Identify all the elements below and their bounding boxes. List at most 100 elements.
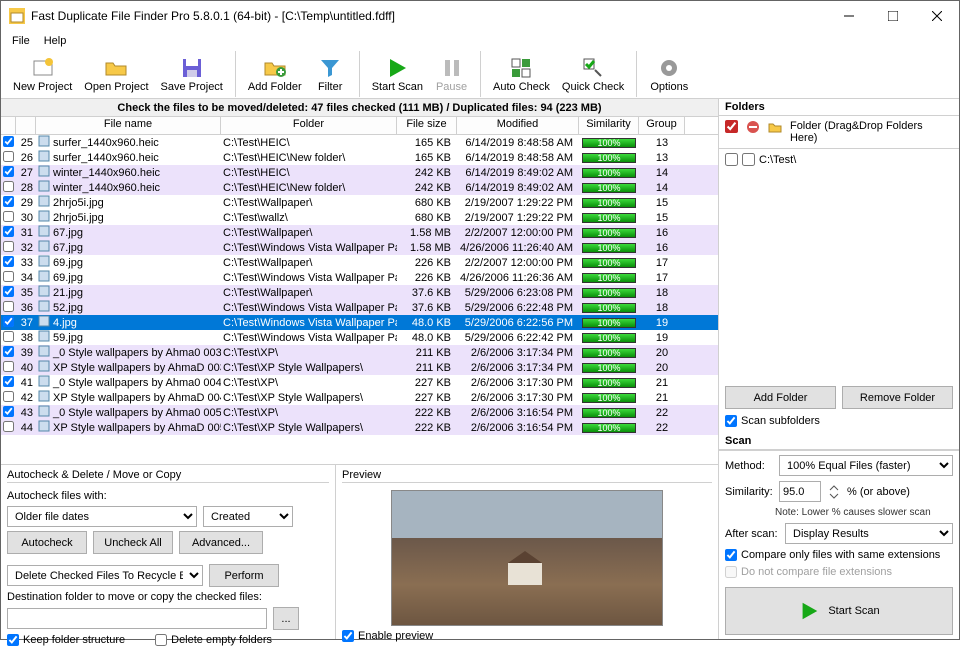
table-row[interactable]: 42XP Style wallpapers by AhmaD 004.jpgC:… xyxy=(1,390,718,405)
menu-file[interactable]: File xyxy=(5,34,37,48)
table-row[interactable]: 302hrjo5i.jpgC:\Test\wallz\680 KB2/19/20… xyxy=(1,210,718,225)
delete-empty-checkbox[interactable]: Delete empty folders xyxy=(155,634,272,646)
similarity-input[interactable] xyxy=(779,481,821,502)
minimize-button[interactable] xyxy=(827,1,871,31)
col-name[interactable]: File name xyxy=(36,117,221,134)
auto-check-button[interactable]: Auto Check xyxy=(487,51,556,97)
after-scan-select[interactable]: Display Results xyxy=(785,523,953,544)
row-checkbox[interactable] xyxy=(1,331,16,345)
start-scan-button[interactable]: Start Scan xyxy=(366,51,429,97)
new-project-button[interactable]: New Project xyxy=(7,51,78,97)
row-checkbox[interactable] xyxy=(1,256,16,270)
date-type-select[interactable]: Created xyxy=(203,506,293,527)
file-size: 226 KB xyxy=(397,257,457,269)
table-row[interactable]: 292hrjo5i.jpgC:\Test\Wallpaper\680 KB2/1… xyxy=(1,195,718,210)
advanced-button[interactable]: Advanced... xyxy=(179,531,263,554)
remove-folder-button[interactable]: Remove Folder xyxy=(842,386,953,409)
folder-active-header[interactable] xyxy=(725,120,738,133)
row-checkbox[interactable] xyxy=(1,316,16,330)
row-checkbox[interactable] xyxy=(1,406,16,420)
file-name: surfer_1440x960.heic xyxy=(51,137,221,149)
dest-folder-input[interactable] xyxy=(7,608,267,629)
menu-help[interactable]: Help xyxy=(37,34,74,48)
row-checkbox[interactable] xyxy=(1,301,16,315)
quick-check-button[interactable]: Quick Check xyxy=(556,51,637,97)
options-button[interactable]: Options xyxy=(643,51,695,97)
table-row[interactable]: 374.jpgC:\Test\Windows Vista Wallpaper P… xyxy=(1,315,718,330)
row-checkbox[interactable] xyxy=(1,271,16,285)
row-checkbox[interactable] xyxy=(1,286,16,300)
col-folder[interactable]: Folder xyxy=(221,117,397,134)
col-modified[interactable]: Modified xyxy=(457,117,579,134)
action-select[interactable]: Delete Checked Files To Recycle Bin xyxy=(7,565,203,586)
folders-list[interactable]: C:\Test\ xyxy=(719,149,959,382)
col-similarity[interactable]: Similarity xyxy=(579,117,639,134)
table-row[interactable]: 25surfer_1440x960.heicC:\Test\HEIC\165 K… xyxy=(1,135,718,150)
row-checkbox[interactable] xyxy=(1,196,16,210)
folder-active-checkbox[interactable] xyxy=(725,153,738,166)
check-with-select[interactable]: Older file dates xyxy=(7,506,197,527)
table-row[interactable]: 3469.jpgC:\Test\Windows Vista Wallpaper … xyxy=(1,270,718,285)
table-row[interactable]: 3267.jpgC:\Test\Windows Vista Wallpaper … xyxy=(1,240,718,255)
autocheck-button[interactable]: Autocheck xyxy=(7,531,87,554)
compare-extensions-checkbox[interactable]: Compare only files with same extensions xyxy=(725,549,953,561)
add-folder-button-side[interactable]: Add Folder xyxy=(725,386,836,409)
file-group: 17 xyxy=(639,272,685,284)
row-checkbox[interactable] xyxy=(1,151,16,165)
table-row[interactable]: 26surfer_1440x960.heicC:\Test\HEIC\New f… xyxy=(1,150,718,165)
uncheck-all-button[interactable]: Uncheck All xyxy=(93,531,173,554)
row-checkbox[interactable] xyxy=(1,136,16,150)
table-row[interactable]: 3521.jpgC:\Test\Wallpaper\37.6 KB5/29/20… xyxy=(1,285,718,300)
method-select[interactable]: 100% Equal Files (faster) xyxy=(779,455,953,476)
row-checkbox[interactable] xyxy=(1,166,16,180)
row-checkbox[interactable] xyxy=(1,346,16,360)
row-number: 37 xyxy=(16,317,36,329)
col-check[interactable] xyxy=(1,117,16,134)
file-modified: 2/6/2006 3:17:30 PM xyxy=(457,377,579,389)
table-row[interactable]: 43_0 Style wallpapers by Ahma0 005.jpgC:… xyxy=(1,405,718,420)
row-number: 36 xyxy=(16,302,36,314)
pause-button[interactable]: Pause xyxy=(429,51,481,97)
file-name: 52.jpg xyxy=(51,302,221,314)
enable-preview-checkbox[interactable]: Enable preview xyxy=(342,630,712,642)
folder-exclude-checkbox[interactable] xyxy=(742,153,755,166)
row-checkbox[interactable] xyxy=(1,211,16,225)
row-checkbox[interactable] xyxy=(1,226,16,240)
table-row[interactable]: 3859.jpgC:\Test\Windows Vista Wallpaper … xyxy=(1,330,718,345)
open-project-button[interactable]: Open Project xyxy=(78,51,154,97)
scan-subfolders-checkbox[interactable]: Scan subfolders xyxy=(719,413,959,433)
col-group[interactable]: Group xyxy=(639,117,685,134)
browse-button[interactable]: ... xyxy=(273,607,299,630)
keep-structure-checkbox[interactable]: Keep folder structure xyxy=(7,634,125,646)
table-row[interactable]: 3652.jpgC:\Test\Windows Vista Wallpaper … xyxy=(1,300,718,315)
table-row[interactable]: 41_0 Style wallpapers by Ahma0 004.jpgC:… xyxy=(1,375,718,390)
perform-button[interactable]: Perform xyxy=(209,564,279,587)
row-checkbox[interactable] xyxy=(1,361,16,375)
maximize-button[interactable] xyxy=(871,1,915,31)
preview-image xyxy=(391,490,663,626)
add-folder-button[interactable]: Add Folder xyxy=(242,51,308,97)
col-number[interactable] xyxy=(16,117,36,134)
filter-button[interactable]: Filter xyxy=(308,51,360,97)
table-row[interactable]: 39_0 Style wallpapers by Ahma0 003.jpgC:… xyxy=(1,345,718,360)
table-row[interactable]: 28winter_1440x960.heicC:\Test\HEIC\New f… xyxy=(1,180,718,195)
start-scan-big-button[interactable]: Start Scan xyxy=(725,587,953,635)
grid-body[interactable]: 25surfer_1440x960.heicC:\Test\HEIC\165 K… xyxy=(1,135,718,464)
folder-row[interactable]: C:\Test\ xyxy=(725,152,953,167)
col-size[interactable]: File size xyxy=(397,117,457,134)
spinner-icon[interactable] xyxy=(827,483,841,501)
row-checkbox[interactable] xyxy=(1,376,16,390)
after-scan-label: After scan: xyxy=(725,528,779,540)
row-checkbox[interactable] xyxy=(1,391,16,405)
close-button[interactable] xyxy=(915,1,959,31)
row-checkbox[interactable] xyxy=(1,241,16,255)
row-checkbox[interactable] xyxy=(1,421,16,435)
table-row[interactable]: 27winter_1440x960.heicC:\Test\HEIC\242 K… xyxy=(1,165,718,180)
table-row[interactable]: 44XP Style wallpapers by AhmaD 005.jpgC:… xyxy=(1,420,718,435)
save-project-button[interactable]: Save Project xyxy=(155,51,236,97)
table-row[interactable]: 40XP Style wallpapers by AhmaD 003.jpgC:… xyxy=(1,360,718,375)
table-row[interactable]: 3369.jpgC:\Test\Wallpaper\226 KB2/2/2007… xyxy=(1,255,718,270)
table-row[interactable]: 3167.jpgC:\Test\Wallpaper\1.58 MB2/2/200… xyxy=(1,225,718,240)
row-checkbox[interactable] xyxy=(1,181,16,195)
add-folder-label: Add Folder xyxy=(248,81,302,93)
